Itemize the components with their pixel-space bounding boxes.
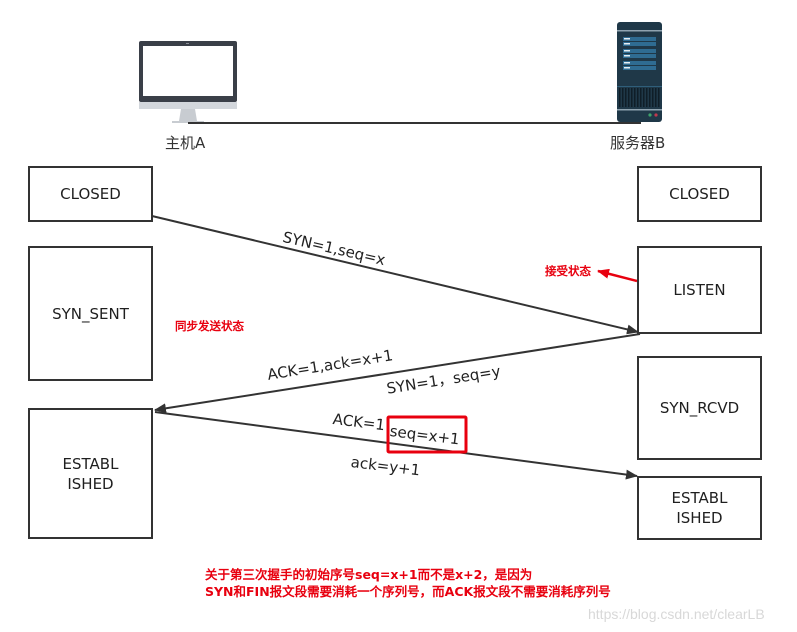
client-state-established: ESTABL ISHED	[28, 408, 153, 539]
arrow-syn-ack	[154, 333, 641, 414]
server-state-syn-rcvd: SYN_RCVD	[637, 356, 762, 460]
network-link	[188, 120, 641, 124]
server-icon	[617, 22, 662, 122]
client-state-syn-sent: SYN_SENT	[28, 246, 153, 381]
listen-note-arrow	[597, 268, 638, 283]
monitor-icon	[139, 41, 237, 123]
server-b-label: 服务器B	[610, 134, 666, 152]
syn-sent-note: 同步发送状态	[175, 319, 244, 333]
footnote: 关于第三次握手的初始序号seq=x+1而不是x+2，是因为 SYN和FIN报文段…	[205, 566, 611, 600]
watermark: https://blog.csdn.net/clearLB	[588, 606, 765, 622]
server-state-established: ESTABL ISHED	[637, 476, 762, 540]
client-state-closed: CLOSED	[28, 166, 153, 222]
server-state-closed: CLOSED	[637, 166, 762, 222]
host-a-label: 主机A	[165, 134, 206, 152]
tcp-handshake-diagram: 主机A 服务器B CLOSED SYN_SENT ESTABL ISHED CL…	[0, 0, 797, 632]
footnote-line-1: 关于第三次握手的初始序号seq=x+1而不是x+2，是因为	[205, 567, 533, 582]
footnote-line-2: SYN和FIN报文段需要消耗一个序列号，而ACK报文段不需要消耗序列号	[205, 584, 611, 599]
listen-note: 接受状态	[545, 264, 591, 278]
server-state-listen: LISTEN	[637, 246, 762, 334]
